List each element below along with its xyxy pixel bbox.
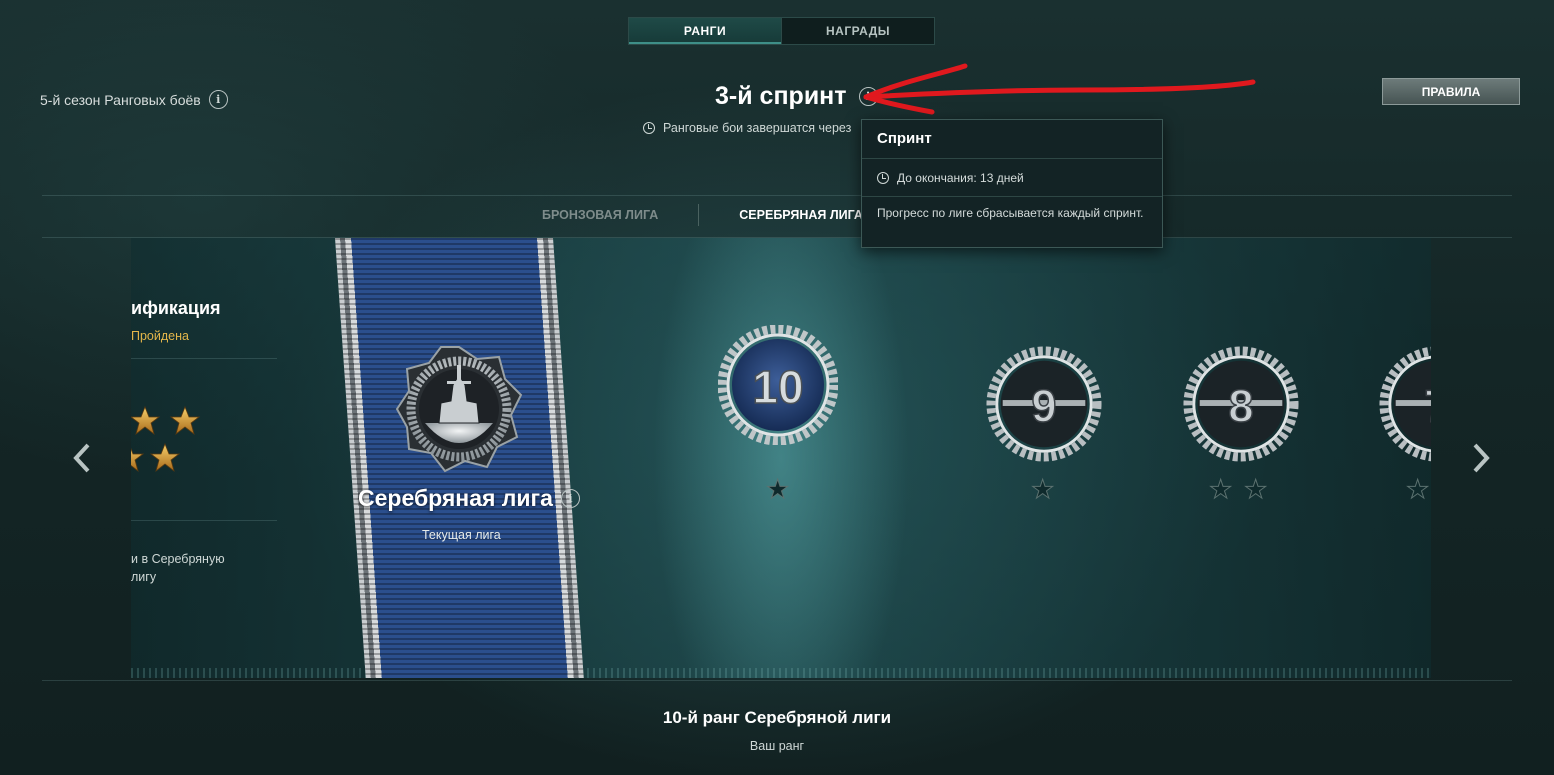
carousel-next-button[interactable] xyxy=(1469,438,1493,478)
rank-10-number: 10 xyxy=(752,361,803,413)
rank-7-star-icon: ★ xyxy=(1405,474,1430,505)
tab-ranks[interactable]: РАНГИ xyxy=(629,18,782,44)
current-rank-subtitle: Ваш ранг xyxy=(749,739,805,753)
current-rank-title: 10-й ранг Серебряной лиги xyxy=(662,708,892,727)
rank-8-star-icon-1: ★ xyxy=(1208,474,1233,505)
tooltip-note: Прогресс по лиге сбрасывается каждый спр… xyxy=(877,206,1144,220)
rules-button[interactable]: ПРАВИЛА xyxy=(1382,78,1520,105)
sprint-tooltip: Спринт До окончания: 13 дней Прогресс по… xyxy=(861,119,1163,248)
qualification-divider-1 xyxy=(131,358,277,359)
league-name: Серебряная лига xyxy=(358,485,553,511)
qualification-note: и в Серебряную лигу xyxy=(131,550,241,586)
rank-8-star-icon-2: ★ xyxy=(1243,474,1268,505)
league-info-icon[interactable]: i xyxy=(560,489,580,508)
rank-8-number: 8 xyxy=(1228,381,1253,432)
top-tabs: РАНГИ НАГРАДЫ xyxy=(628,17,935,45)
qualification-divider-2 xyxy=(131,520,277,521)
qualification-title: ификация xyxy=(131,298,221,318)
qualification-note-line2: лигу xyxy=(131,570,157,584)
rank-9-number: 9 xyxy=(1031,381,1056,432)
divider-top xyxy=(42,195,1512,196)
red-arrow-annotation xyxy=(863,63,1256,115)
tab-bronze-league[interactable]: БРОНЗОВАЯ ЛИГА xyxy=(530,208,698,222)
info-icon[interactable]: i xyxy=(208,90,228,109)
rank-8-badge-icon[interactable]: 8 xyxy=(1182,345,1300,463)
chevron-left-icon xyxy=(73,443,90,473)
rank-10-badge-icon[interactable]: 10 xyxy=(718,325,838,445)
rank-7-clip: 7 xyxy=(1378,345,1431,470)
current-league-label: Текущая лига xyxy=(422,528,501,542)
league-tabs: БРОНЗОВАЯ ЛИГА СЕРЕБРЯНАЯ ЛИГА xyxy=(530,204,903,226)
qualification-note-line1: и в Серебряную xyxy=(131,552,225,566)
rank-7-badge-icon[interactable]: 7 xyxy=(1378,345,1431,463)
tooltip-title: Спринт xyxy=(862,120,1162,159)
sprint-title: 3-й спринт xyxy=(715,82,847,110)
tooltip-remaining: До окончания: 13 дней xyxy=(897,170,1024,185)
gold-stars-icon xyxy=(131,406,200,472)
sprint-ends-text: Ранговые бои завершатся через xyxy=(663,121,852,135)
divider-bottom xyxy=(42,680,1512,681)
rank-9-star-icon: ★ xyxy=(1030,474,1055,505)
clock-icon xyxy=(643,122,655,134)
carousel-bottom-edge xyxy=(131,668,1431,678)
league-name-row: Серебряная лига i xyxy=(358,485,580,512)
rank-7-number: 7 xyxy=(1424,381,1431,432)
season-info: 5-й сезон Ранговых боёв i xyxy=(40,90,228,109)
tooltip-remaining-row: До окончания: 13 дней xyxy=(862,159,1162,197)
sprint-header: 3-й спринт i xyxy=(715,82,878,111)
chevron-right-icon xyxy=(1473,443,1490,473)
silver-league-emblem-icon xyxy=(395,346,523,473)
qualification-status: Пройдена xyxy=(131,329,189,343)
rank-10-star-icon: ★ xyxy=(765,474,790,505)
carousel-prev-button[interactable] xyxy=(70,438,94,478)
clock-icon xyxy=(877,171,889,184)
sprint-ends: Ранговые бои завершатся через xyxy=(643,121,851,135)
season-label: 5-й сезон Ранговых боёв xyxy=(40,91,201,108)
rank-9-badge-icon[interactable]: 9 xyxy=(985,345,1103,463)
tab-rewards[interactable]: НАГРАДЫ xyxy=(782,18,934,44)
